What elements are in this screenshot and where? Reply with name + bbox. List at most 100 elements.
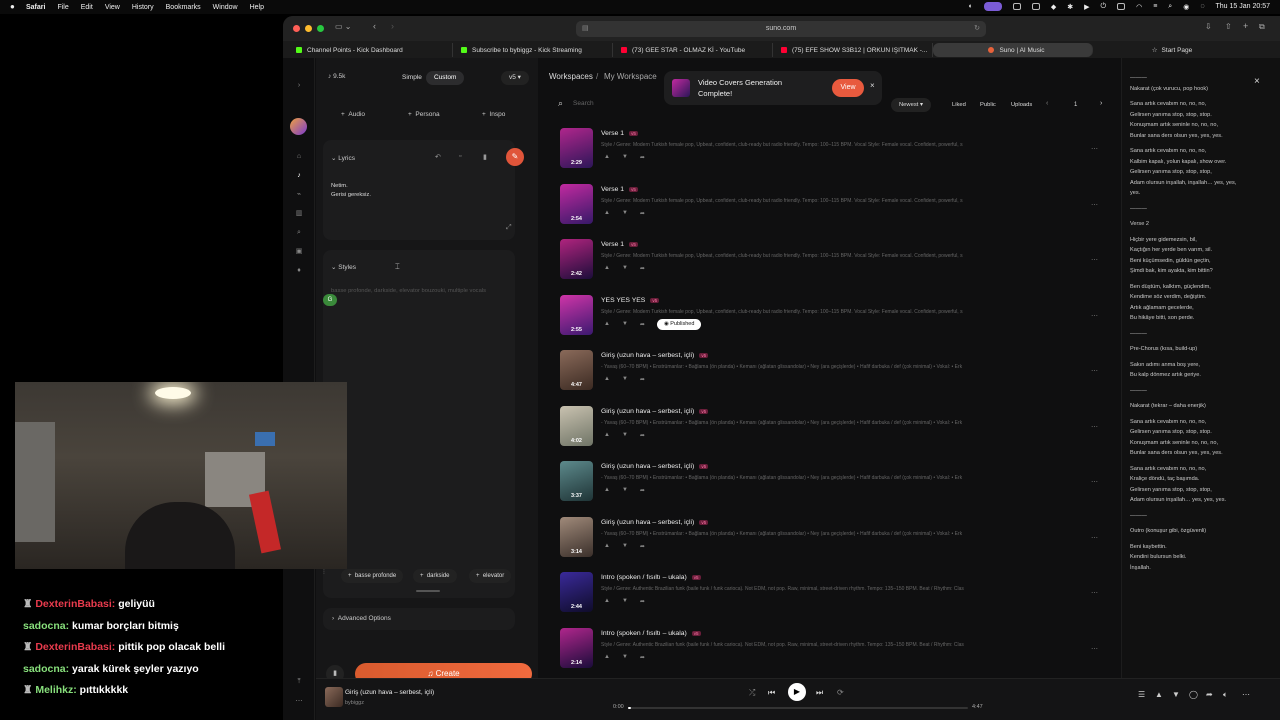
- menu-help[interactable]: Help: [250, 4, 264, 11]
- like-icon[interactable]: ▲: [604, 654, 610, 661]
- song-thumbnail[interactable]: 2:54: [560, 183, 593, 224]
- song-thumbnail[interactable]: 4:02: [560, 405, 593, 446]
- add-inspo-button[interactable]: + Inspo: [482, 111, 505, 118]
- create-icon[interactable]: ♪: [295, 172, 303, 180]
- share-icon[interactable]: ➦: [640, 265, 645, 272]
- dropbox-icon[interactable]: ◆: [1051, 3, 1056, 11]
- song-row[interactable]: 2:42 Verse 1 v5 Style / Genre: Modern Turki…: [546, 239, 1106, 291]
- menu-file[interactable]: File: [57, 4, 68, 11]
- dislike-icon[interactable]: ▼: [622, 265, 628, 272]
- delete-lyrics-icon[interactable]: ▮: [483, 153, 487, 161]
- clock[interactable]: Thu 15 Jan 20:57: [1216, 3, 1271, 10]
- next-icon[interactable]: ⏭: [816, 688, 823, 698]
- styles-input[interactable]: basse profonde, darkside, elevator bouzo…: [331, 288, 486, 294]
- song-thumbnail[interactable]: 3:14: [560, 516, 593, 557]
- comment-icon[interactable]: ◯: [1189, 690, 1198, 699]
- dislike-icon[interactable]: ▼: [1172, 690, 1180, 699]
- new-tab-icon[interactable]: +: [1243, 21, 1248, 31]
- volume-icon[interactable]: 🔈︎: [1223, 690, 1228, 700]
- song-title[interactable]: Giriş (uzun hava – serbest, içli) v5: [601, 408, 709, 415]
- like-icon[interactable]: ▲: [604, 598, 610, 605]
- play-status-icon[interactable]: ▶: [1084, 3, 1089, 11]
- share-icon[interactable]: ➦: [640, 210, 645, 217]
- song-row[interactable]: 4:02 Giriş (uzun hava – serbest, içli) v5 -…: [546, 405, 1106, 458]
- more-options-icon[interactable]: ⋯: [1091, 534, 1098, 542]
- share-icon[interactable]: ➦: [640, 487, 645, 494]
- home-icon[interactable]: ⌂: [295, 153, 303, 161]
- hooks-icon[interactable]: ▣: [295, 248, 303, 256]
- song-title[interactable]: Intro (spoken / fısıltı – ukala) v5: [601, 630, 701, 637]
- like-icon[interactable]: ▲: [604, 154, 610, 161]
- more-options-icon[interactable]: ⋯: [1091, 312, 1098, 320]
- more-options-icon[interactable]: ⋯: [1091, 367, 1098, 375]
- song-row[interactable]: 2:54 Verse 1 v5 Style / Genre: Modern Turki…: [546, 183, 1106, 236]
- copy-icon[interactable]: ▫: [459, 153, 461, 160]
- user-icon[interactable]: ◉: [1183, 3, 1189, 11]
- generate-lyrics-icon[interactable]: ✎: [506, 148, 524, 166]
- queue-icon[interactable]: ☰: [1138, 690, 1145, 699]
- power-icon[interactable]: ⏻: [1101, 3, 1107, 11]
- dislike-icon[interactable]: ▼: [622, 154, 628, 161]
- more-options-icon[interactable]: ⋯: [1091, 589, 1098, 597]
- battery-icon[interactable]: [1117, 3, 1126, 10]
- song-title[interactable]: Intro (spoken / fısıltı – ukala) v5: [601, 574, 701, 581]
- page-settings-icon[interactable]: ▤: [582, 21, 589, 37]
- dislike-icon[interactable]: ▼: [622, 376, 628, 383]
- add-audio-button[interactable]: + Audio: [341, 111, 365, 118]
- dislike-icon[interactable]: ▼: [622, 654, 628, 661]
- like-icon[interactable]: ▲: [604, 265, 610, 272]
- menu-app-safari[interactable]: Safari: [26, 4, 45, 11]
- control-center-icon[interactable]: ≡: [1153, 3, 1157, 10]
- player-artist[interactable]: bybiggz: [345, 700, 364, 706]
- song-row[interactable]: 4:47 Giriş (uzun hava – serbest, içli) v5 -…: [546, 350, 1106, 402]
- chat-username[interactable]: Melihkz:: [35, 684, 76, 696]
- published-badge[interactable]: ◉ Published: [656, 318, 702, 330]
- song-title[interactable]: Verse 1 v5: [601, 186, 638, 193]
- more-options-icon[interactable]: ⋯: [1091, 645, 1098, 653]
- share-icon[interactable]: ➦: [640, 321, 645, 330]
- tab-youtube-gee-star[interactable]: (73) GEE STAR - OLMAZ Kİ - YouTube: [613, 43, 773, 57]
- dislike-icon[interactable]: ▼: [622, 598, 628, 605]
- tab-kick-subscribe[interactable]: Subscribe to bybiggz - Kick Streaming: [453, 43, 613, 57]
- menu-window[interactable]: Window: [213, 4, 238, 11]
- share-icon[interactable]: ➦: [640, 432, 645, 439]
- expand-sidebar-icon[interactable]: ›: [295, 82, 303, 90]
- tab-suno[interactable]: Suno | AI Music: [933, 43, 1093, 57]
- share-icon[interactable]: ⇧: [1225, 22, 1232, 31]
- tab-start-page[interactable]: ☆ Start Page: [1093, 43, 1243, 57]
- more-options-icon[interactable]: ⋯: [1091, 256, 1098, 264]
- like-icon[interactable]: ▲: [604, 487, 610, 494]
- share-icon[interactable]: ➦: [640, 654, 645, 661]
- bluetooth-icon[interactable]: ✱: [1067, 3, 1073, 11]
- styles-toggle[interactable]: ⌄ Styles: [331, 263, 356, 271]
- upgrade-icon[interactable]: ⤒: [295, 678, 303, 686]
- advanced-options[interactable]: › Advanced Options: [323, 608, 515, 630]
- tray-display-icon[interactable]: [1031, 3, 1040, 10]
- more-options-icon[interactable]: ⋯: [1242, 690, 1250, 699]
- siri-icon[interactable]: ◌: [1200, 3, 1204, 10]
- back-icon[interactable]: ‹: [373, 21, 376, 31]
- add-persona-button[interactable]: + Persona: [408, 111, 440, 118]
- shuffle-icon[interactable]: ⤮: [749, 688, 755, 698]
- song-thumbnail[interactable]: 4:47: [560, 350, 593, 390]
- version-select[interactable]: v5 ▾: [501, 71, 529, 85]
- wifi-icon[interactable]: ◠: [1136, 3, 1142, 11]
- tray-icon[interactable]: ◐: [969, 3, 973, 10]
- lyrics-textarea[interactable]: Netim. Gerisi gereksiz.: [331, 182, 371, 200]
- share-icon[interactable]: ➦: [640, 543, 645, 550]
- search-icon[interactable]: ⌕: [295, 229, 303, 237]
- song-row[interactable]: 3:14 Giriş (uzun hava – serbest, içli) v5 -…: [546, 516, 1106, 569]
- style-tag[interactable]: + basse profonde: [341, 569, 404, 583]
- song-title[interactable]: Verse 1 v5: [601, 130, 638, 137]
- song-thumbnail[interactable]: 2:42: [560, 239, 593, 279]
- chat-username[interactable]: DexterinBabasi:: [35, 598, 115, 610]
- reload-icon[interactable]: ↻: [974, 21, 980, 37]
- tab-overview-icon[interactable]: ⧉: [1259, 22, 1265, 32]
- expand-textarea-icon[interactable]: ⤢: [506, 224, 512, 232]
- song-title[interactable]: Giriş (uzun hava – serbest, içli) v5: [601, 463, 709, 470]
- downloads-icon[interactable]: ⇩: [1205, 22, 1212, 31]
- song-row[interactable]: 2:44 Intro (spoken / fısıltı – ukala) v5 St…: [546, 572, 1106, 624]
- more-options-icon[interactable]: ⋯: [1091, 201, 1098, 209]
- undo-icon[interactable]: ↶: [435, 153, 441, 161]
- song-title[interactable]: Giriş (uzun hava – serbest, içli) v5: [601, 519, 709, 526]
